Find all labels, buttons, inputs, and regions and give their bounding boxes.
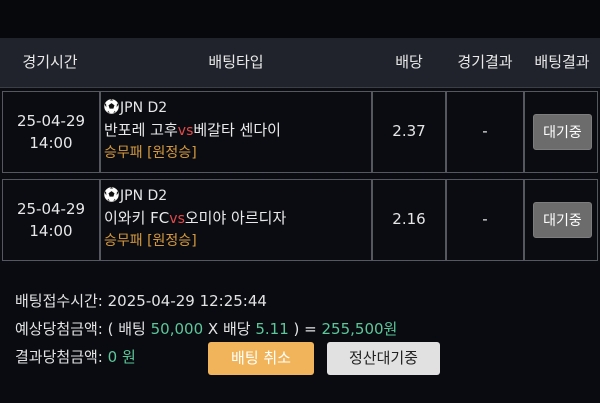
times-odds-label: X 배당 [207,320,251,338]
game-result-value: - [482,210,488,228]
away-team: 베갈타 센다이 [193,121,281,139]
table-row: 25-04-29 14:00 JPN D2 [0,176,600,264]
game-time: 14:00 [29,222,73,240]
header-odds: 배당 [395,53,423,71]
table-row: 25-04-29 14:00 JPN D2 [0,88,600,176]
league-label: JPN D2 [103,186,167,206]
odds-cell: 2.37 [372,91,446,173]
league-name: JPN D2 [120,100,168,116]
match-teams: 이와키 FCvs오미야 아르디자 [104,207,286,229]
waiting-status-button[interactable]: 대기중 [533,114,592,150]
expected-win-label: 예상당첨금액: ( 배팅 [15,320,146,338]
soccer-ball-icon [103,186,120,203]
game-result-cell: - [446,179,524,261]
bet-list: 25-04-29 14:00 JPN D2 반포레 고후vs베갈타 센다이 승무… [0,88,600,264]
match-teams: 반포레 고후vs베갈타 센다이 [104,119,281,141]
total-odds: 5.11 [255,320,289,338]
bet-result-cell: 대기중 [524,179,598,261]
bet-result-cell: 대기중 [524,91,598,173]
odds-value: 2.16 [392,210,426,228]
equals-sign: ) = [293,320,317,338]
result-win-line: 결과당첨금액: 0 원 [15,345,136,369]
cancel-bet-button[interactable]: 배팅 취소 [208,342,314,375]
received-time-label: 배팅접수시간: [15,292,103,310]
expected-win-line: 예상당첨금액: ( 배팅 50,000 X 배당 5.11 ) = 255,50… [15,317,397,341]
bet-pick: 승무패 [원정승] [104,145,197,161]
bet-type-cell: JPN D2 반포레 고후vs베갈타 센다이 승무패 [원정승] [100,91,372,173]
league-label: JPN D2 [103,98,167,118]
league-name: JPN D2 [120,188,168,204]
game-result-cell: - [446,91,524,173]
top-bar [0,0,600,38]
home-team: 이와키 FC [104,209,170,227]
odds-value: 2.37 [392,122,426,140]
result-win-value: 0 [107,348,118,366]
header-bet-result: 배팅결과 [534,53,590,71]
waiting-status-button[interactable]: 대기중 [533,202,592,238]
bet-type-cell: JPN D2 이와키 FCvs오미야 아르디자 승무패 [원정승] [100,179,372,261]
game-date: 25-04-29 [16,200,86,218]
settlement-pending-button[interactable]: 정산대기중 [327,342,440,375]
soccer-ball-icon [103,98,120,115]
bet-summary: 배팅접수시간: 2025-04-29 12:25:44 예상당첨금액: ( 배팅… [0,264,600,403]
game-time: 14:00 [29,134,73,152]
received-time-line: 배팅접수시간: 2025-04-29 12:25:44 [15,289,267,313]
table-header: 경기시간 배팅타입 배당 경기결과 배팅결과 [0,38,600,88]
result-win-label: 결과당첨금액: [15,348,103,366]
game-time-cell: 25-04-29 14:00 [2,179,100,261]
away-team: 오미야 아르디자 [184,209,287,227]
expected-win-amount: 255,500원 [321,320,398,338]
stake-amount: 50,000 [150,320,204,338]
game-result-value: - [482,122,488,140]
header-game-time: 경기시간 [22,53,78,71]
received-time-value: 2025-04-29 12:25:44 [107,292,267,310]
bet-pick: 승무패 [원정승] [104,233,197,249]
game-time-cell: 25-04-29 14:00 [2,91,100,173]
header-bet-type: 배팅타입 [208,53,264,71]
odds-cell: 2.16 [372,179,446,261]
header-game-result: 경기결과 [457,53,513,71]
game-date: 25-04-29 [16,112,86,130]
home-team: 반포레 고후 [104,121,178,139]
vs-label: vs [177,123,194,139]
result-win-unit: 원 [121,348,136,366]
vs-label: vs [169,211,185,227]
